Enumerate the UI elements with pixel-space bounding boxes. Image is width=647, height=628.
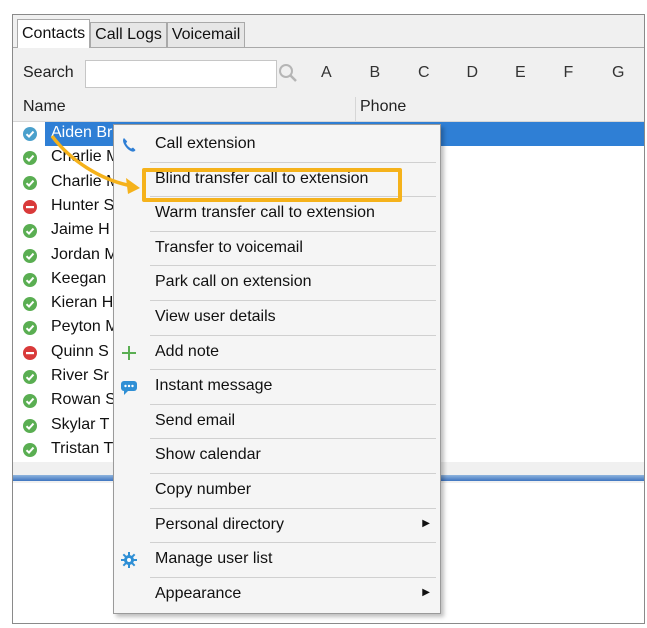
menu-item-call-extension[interactable]: Call extension	[114, 128, 440, 162]
menu-item-show-calendar[interactable]: Show calendar	[114, 439, 440, 473]
search-input[interactable]	[85, 60, 277, 88]
contact-name: Jordan M	[51, 245, 118, 263]
available-status-icon	[23, 418, 37, 433]
plus-icon	[120, 344, 138, 362]
column-header-name[interactable]: Name	[23, 98, 66, 116]
search-icon[interactable]	[277, 62, 299, 84]
letter-filter-d[interactable]: D	[467, 64, 516, 82]
menu-item-label: Transfer to voicemail	[155, 238, 303, 256]
tab-bar: Contacts Call Logs Voicemail	[17, 19, 246, 48]
busy-status-icon	[23, 345, 37, 360]
column-header: Name Phone	[13, 97, 644, 121]
menu-item-view-user-details[interactable]: View user details	[114, 301, 440, 335]
menu-item-label: Show calendar	[155, 446, 261, 464]
submenu-arrow-icon: ▶	[422, 586, 430, 598]
menu-item-manage-user-list[interactable]: Manage user list	[114, 543, 440, 577]
tab-call-logs[interactable]: Call Logs	[90, 22, 167, 47]
contact-name: Jaime H	[51, 221, 110, 239]
column-header-phone-cell[interactable]: Phone	[355, 97, 644, 121]
tab-contacts[interactable]: Contacts	[17, 19, 91, 48]
menu-item-label: Personal directory	[155, 515, 284, 533]
contact-name: River Sr	[51, 367, 109, 384]
available-status-icon	[23, 224, 37, 239]
available-status-icon	[23, 370, 37, 384]
menu-item-instant-message[interactable]: Instant message	[114, 370, 440, 404]
menu-item-transfer-to-voicemail[interactable]: Transfer to voicemail	[114, 232, 440, 266]
search-toolbar: Search A B C D E F G	[13, 47, 644, 98]
menu-item-label: Instant message	[155, 377, 273, 395]
contact-name: Tristan T	[51, 439, 114, 457]
menu-item-label: Appearance	[155, 584, 242, 602]
contact-name: Skylar T	[51, 415, 110, 433]
contact-name: Hunter S	[51, 196, 115, 214]
contact-name: Peyton M	[51, 318, 119, 336]
contact-name: Charlie M	[51, 148, 120, 166]
menu-item-label: View user details	[155, 308, 276, 325]
menu-item-label: Warm transfer call to extension	[155, 204, 375, 222]
submenu-arrow-icon: ▶	[422, 517, 430, 529]
busy-status-icon	[23, 199, 37, 214]
menu-item-label: Manage user list	[155, 550, 273, 568]
tab-voicemail[interactable]: Voicemail	[166, 22, 246, 47]
available-status-icon	[23, 151, 37, 166]
menu-item-park-call-on-extension[interactable]: Park call on extension	[114, 266, 440, 300]
available-status-icon	[23, 272, 37, 287]
menu-item-send-email[interactable]: Send email	[114, 405, 440, 439]
menu-item-label: Send email	[155, 411, 236, 429]
letter-filter-a[interactable]: A	[321, 64, 370, 82]
menu-item-label: Park call on extension	[155, 273, 312, 291]
menu-item-label: Call extension	[155, 135, 256, 152]
menu-item-copy-number[interactable]: Copy number	[114, 474, 440, 508]
column-header-phone: Phone	[360, 98, 407, 115]
contact-name: Quinn S	[51, 342, 109, 360]
available-status-icon	[23, 175, 37, 190]
search-label: Search	[23, 64, 74, 81]
alphabet-filter: A B C D E F G	[321, 64, 644, 82]
menu-item-appearance[interactable]: Appearance ▶	[114, 578, 440, 612]
gear-icon	[120, 551, 138, 569]
chat-bubble-icon	[120, 378, 138, 396]
letter-filter-g[interactable]: G	[612, 64, 644, 82]
menu-item-warm-transfer-call-to-extension[interactable]: Warm transfer call to extension	[114, 197, 440, 231]
phone-icon	[120, 136, 138, 154]
letter-filter-f[interactable]: F	[564, 64, 613, 82]
highlight-box	[142, 168, 402, 202]
contact-name: Rowan S	[51, 391, 116, 409]
available-status-icon	[23, 297, 37, 312]
contact-name: Charlie M	[51, 172, 120, 190]
menu-item-label: Add note	[155, 342, 220, 360]
available-status-icon	[23, 394, 37, 409]
available-status-icon	[23, 248, 37, 263]
letter-filter-e[interactable]: E	[515, 64, 564, 82]
available-status-icon	[23, 127, 37, 141]
contact-name: Kieran H	[51, 294, 114, 312]
letter-filter-b[interactable]: B	[370, 64, 419, 82]
menu-item-add-note[interactable]: Add note	[114, 336, 440, 370]
menu-item-personal-directory[interactable]: Personal directory ▶	[114, 509, 440, 543]
available-status-icon	[23, 442, 37, 457]
menu-item-label: Copy number	[155, 481, 252, 498]
contact-name: Keegan	[51, 269, 107, 287]
letter-filter-c[interactable]: C	[418, 64, 467, 82]
available-status-icon	[23, 321, 37, 336]
